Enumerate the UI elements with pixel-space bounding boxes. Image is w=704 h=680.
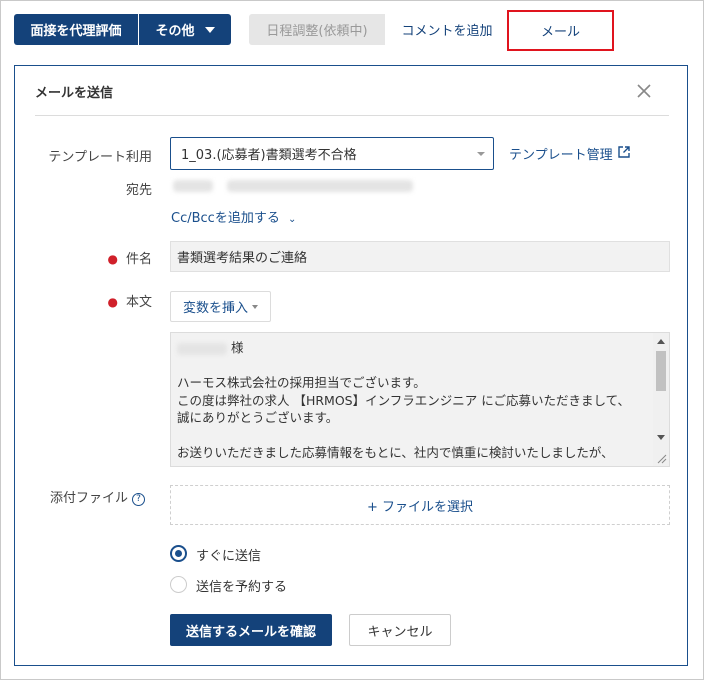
tab-mail[interactable]: メール: [507, 10, 614, 51]
dialog-divider: [35, 115, 669, 116]
confirm-mail-label: 送信するメールを確認: [185, 624, 316, 640]
subject-input[interactable]: 書類選考結果のご連絡: [170, 241, 670, 272]
to-label: 宛先: [125, 183, 152, 198]
body-line: この度は弊社の求人 【HRMOS】インフラエンジニア にご応募いただきまして、: [177, 392, 630, 408]
attach-label-text: 添付ファイル: [50, 491, 129, 506]
tab-add-comment-label: コメントを追加: [401, 24, 493, 39]
attach-label: 添付ファイル?: [35, 487, 152, 506]
body-line: 様: [177, 339, 653, 357]
cancel-button[interactable]: キャンセル: [349, 614, 451, 646]
body-line-text: 様: [231, 340, 244, 355]
select-file-label: + ファイルを選択: [366, 499, 474, 515]
scroll-down-icon[interactable]: [657, 435, 665, 440]
body-line: [177, 427, 653, 445]
tab-schedule[interactable]: 日程調整(依頼中): [249, 14, 385, 45]
body-label-text: 本文: [125, 295, 152, 310]
insert-variable-button[interactable]: 変数を挿入: [170, 291, 271, 322]
schedule-send-label[interactable]: 送信を予約する: [196, 576, 287, 595]
scroll-thumb[interactable]: [656, 351, 666, 391]
template-label: テンプレート利用: [48, 150, 152, 165]
required-icon: ●: [107, 252, 118, 266]
recipient-name-redacted: [177, 342, 227, 355]
other-menu-label: その他: [155, 24, 195, 39]
subject-label: ● 件名: [35, 248, 153, 267]
subject-label-text: 件名: [125, 252, 152, 267]
add-cc-bcc-link[interactable]: Cc/Bccを追加する ⌄: [171, 207, 296, 226]
add-cc-bcc-label: Cc/Bccを追加する: [171, 211, 280, 226]
send-now-label[interactable]: すぐに送信: [196, 545, 261, 564]
body-line: お送りいただきました応募情報をもとに、社内で慎重に検討いたしましたが、: [177, 445, 614, 460]
proxy-evaluation-button[interactable]: 面接を代理評価: [14, 14, 138, 45]
chevron-down-icon: [477, 152, 485, 156]
body-line: [177, 357, 653, 375]
tab-mail-label: メール: [540, 25, 580, 40]
recipient-name-redacted: [173, 180, 213, 192]
other-menu-button[interactable]: その他: [139, 14, 231, 45]
proxy-evaluation-label: 面接を代理評価: [30, 24, 122, 39]
body-label: ● 本文: [35, 291, 153, 310]
tab-add-comment[interactable]: コメントを追加: [386, 14, 508, 45]
template-manage-link[interactable]: テンプレート管理: [509, 144, 613, 163]
insert-variable-label: 変数を挿入: [182, 301, 248, 316]
tab-schedule-label: 日程調整(依頼中): [266, 24, 368, 39]
schedule-send-radio[interactable]: [170, 576, 187, 593]
template-select-value: 1_03.(応募者)書類選考不合格: [181, 148, 357, 163]
help-icon[interactable]: ?: [132, 492, 146, 506]
body-line: ハーモス株式会社の採用担当でございます。: [177, 375, 426, 390]
body-textarea[interactable]: 様 ハーモス株式会社の採用担当でございます。 この度は弊社の求人 【HRMOS】…: [170, 332, 670, 467]
cancel-label: キャンセル: [367, 624, 433, 640]
caret-down-icon: [252, 304, 258, 309]
close-icon[interactable]: [635, 82, 653, 100]
dialog-title: メールを送信: [35, 86, 114, 101]
required-icon: ●: [107, 295, 118, 309]
confirm-mail-button[interactable]: 送信するメールを確認: [170, 614, 332, 646]
send-mail-dialog: メールを送信 テンプレート利用 1_03.(応募者)書類選考不合格 テンプレート…: [14, 65, 688, 666]
subject-value: 書類選考結果のご連絡: [177, 251, 308, 266]
caret-down-icon: [204, 26, 215, 33]
resize-grip-icon[interactable]: [655, 452, 667, 464]
body-line: 誠にありがとうございます。: [177, 410, 339, 425]
recipient-address-redacted: [227, 180, 413, 192]
template-select[interactable]: 1_03.(応募者)書類選考不合格: [170, 137, 494, 170]
scroll-up-icon[interactable]: [657, 339, 665, 344]
external-link-icon[interactable]: [618, 146, 630, 158]
send-now-radio[interactable]: [170, 545, 187, 562]
body-scrollbar[interactable]: [653, 333, 669, 466]
select-file-dropzone[interactable]: + ファイルを選択: [170, 485, 670, 525]
chevron-down-icon: ⌄: [287, 214, 297, 225]
